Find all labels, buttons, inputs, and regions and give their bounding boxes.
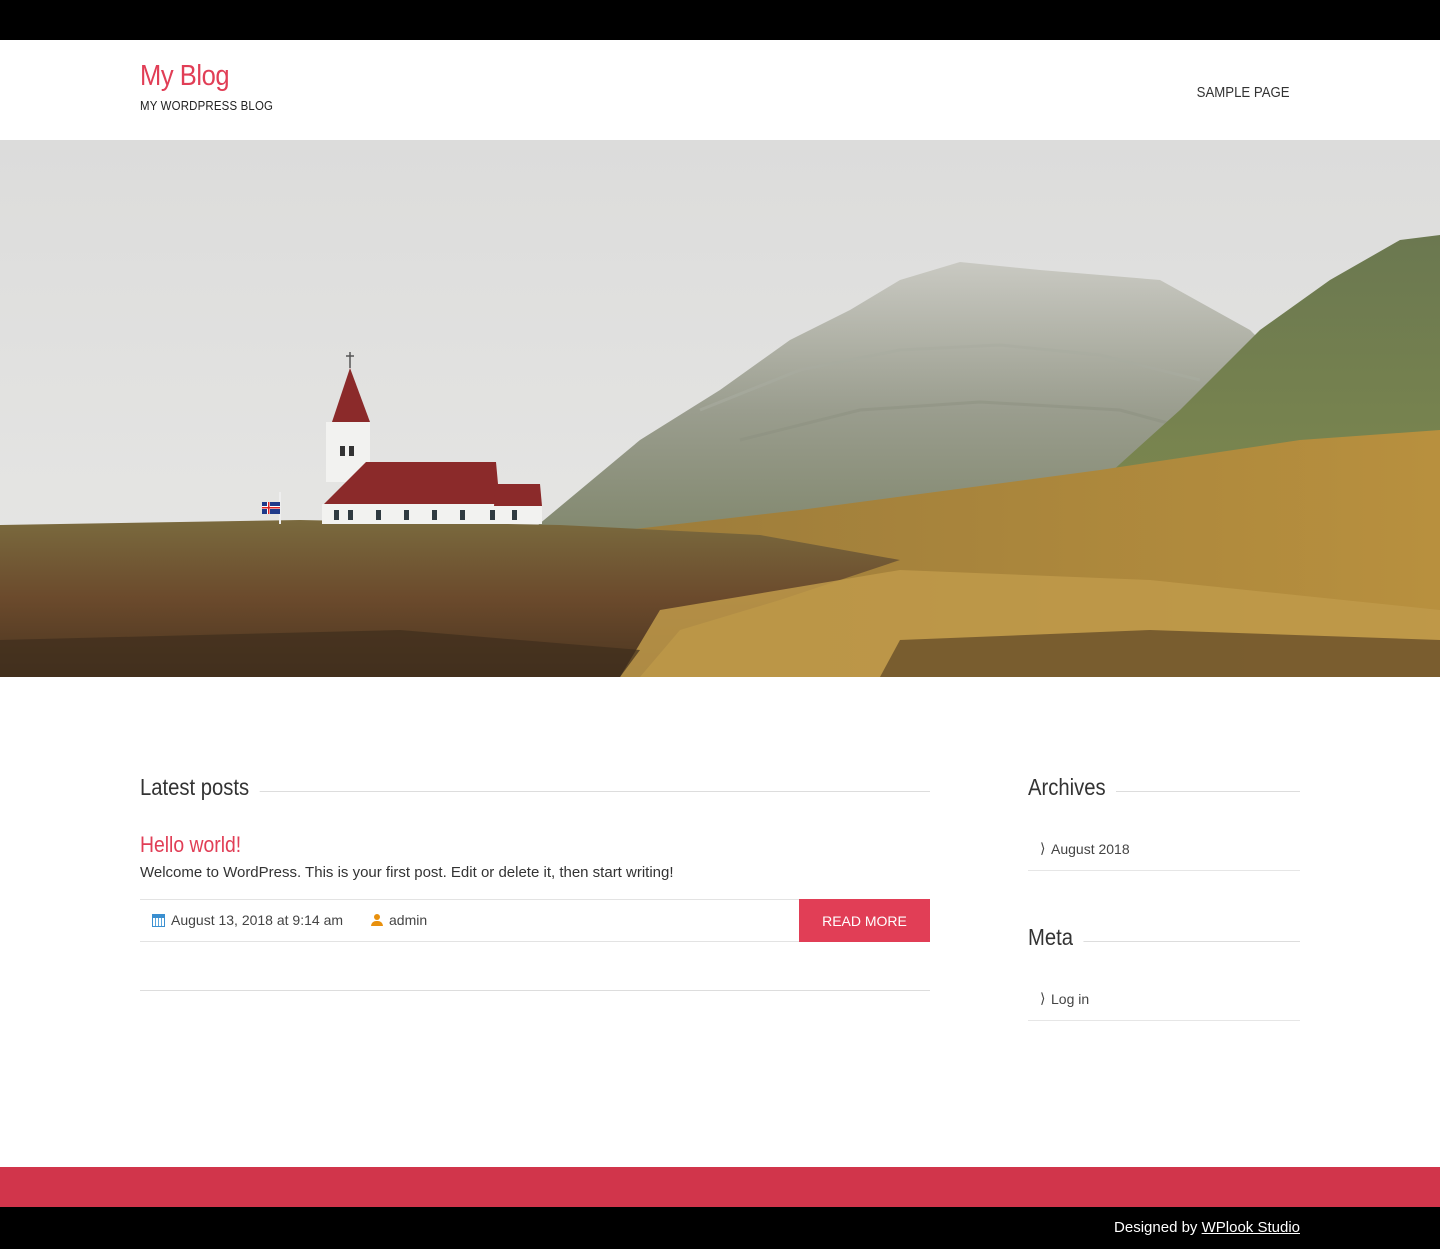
footer-band [0,1167,1440,1207]
main-navigation: Sample Page [1184,84,1290,102]
credit-link[interactable]: WPlook Studio [1202,1219,1300,1236]
credit-prefix: Designed by [1114,1219,1198,1236]
user-icon [371,913,383,927]
read-more-button[interactable]: Read More [799,899,930,942]
calendar-icon [152,913,165,927]
latest-posts-heading: Latest posts [140,770,930,810]
log-in-link[interactable]: Log in [1051,991,1089,1007]
archives-list: ⟩ August 2018 [1028,830,1300,871]
meta-heading: Meta [1028,920,1300,960]
widget-title: Archives [1028,774,1117,801]
top-bar [0,0,1440,40]
post-separator [140,990,930,991]
hero-landscape-image [0,140,1440,677]
list-item: ⟩ Log in [1028,980,1300,1021]
site-footer: Designed by WPlook Studio [0,1207,1440,1249]
post-date: August 13, 2018 at 9:14 am [152,912,343,928]
footer-credit: Designed by WPlook Studio [1114,1219,1300,1236]
archives-heading: Archives [1028,770,1300,810]
section-title: Latest posts [140,774,260,801]
archives-widget: Archives ⟩ August 2018 [1028,770,1300,871]
post-author: admin [371,912,427,928]
post-excerpt: Welcome to WordPress. This is your first… [140,864,674,881]
archive-link-august-2018[interactable]: August 2018 [1051,841,1130,857]
site-title-link[interactable]: My Blog [140,60,230,93]
post-meta-bar: August 13, 2018 at 9:14 am admin Read Mo… [140,899,930,942]
nav-item-sample-page[interactable]: Sample Page [1197,84,1290,101]
post-author-name[interactable]: admin [389,912,427,928]
meta-widget: Meta ⟩ Log in [1028,920,1300,1021]
post-date-text: August 13, 2018 at 9:14 am [171,912,344,928]
site-header: My Blog My WordPress Blog Sample Page [0,40,1440,140]
widget-title: Meta [1028,924,1084,951]
meta-list: ⟩ Log in [1028,980,1300,1021]
main-content: Latest posts Hello world! Welcome to Wor… [140,770,930,991]
list-item: ⟩ August 2018 [1028,830,1300,871]
post-title-link[interactable]: Hello world! [140,832,241,858]
chevron-right-icon: ⟩ [1040,840,1046,856]
chevron-right-icon: ⟩ [1040,990,1046,1006]
header-image [0,140,1440,677]
site-description: My WordPress Blog [140,98,274,113]
